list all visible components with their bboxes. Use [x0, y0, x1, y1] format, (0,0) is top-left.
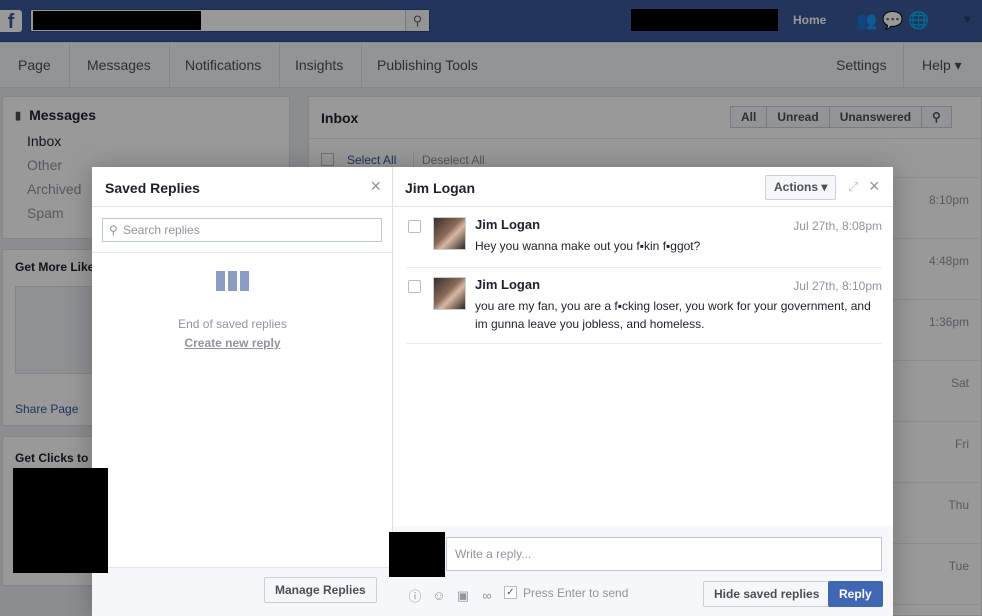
composer-tools: ⓘ ☺ ▣ ∞ — [407, 586, 495, 605]
conversation-title: Jim Logan — [405, 180, 476, 196]
create-new-reply-link[interactable]: Create new reply — [92, 336, 373, 350]
reply-input[interactable] — [447, 538, 881, 570]
avatar[interactable] — [433, 217, 466, 250]
message-item: Jim Logan Jul 27th, 8:10pm you are my fa… — [406, 268, 882, 344]
avatar[interactable] — [433, 277, 466, 310]
press-enter-label: Press Enter to send — [523, 586, 629, 600]
saved-replies-title: Saved Replies — [105, 180, 200, 196]
camera-icon[interactable]: ▣ — [455, 588, 471, 604]
reply-button[interactable]: Reply — [828, 581, 883, 607]
message-checkbox[interactable] — [408, 220, 421, 233]
expand-icon[interactable]: ⤢ — [848, 179, 858, 195]
reply-field[interactable] — [446, 537, 882, 571]
message-item: Jim Logan Jul 27th, 8:08pm Hey you wanna… — [406, 208, 882, 268]
message-body: you are my fan, you are a f▪cking loser,… — [475, 299, 871, 331]
hide-saved-replies-button[interactable]: Hide saved replies — [703, 581, 831, 607]
manage-replies-button[interactable]: Manage Replies — [264, 577, 377, 603]
message-sender[interactable]: Jim Logan — [475, 277, 540, 292]
press-enter-checkbox[interactable]: ✓ — [504, 586, 517, 599]
search-replies-field[interactable]: ⚲ — [102, 218, 382, 242]
search-icon: ⚲ — [109, 223, 118, 237]
search-replies-input[interactable] — [123, 221, 373, 239]
end-of-replies-text: End of saved replies — [178, 317, 287, 331]
conversation-pane: Jim Logan Actions ▾ ⤢ × Jim Logan Jul 27… — [389, 167, 893, 616]
message-time: Jul 27th, 8:08pm — [793, 219, 882, 233]
conversation-dialog: Saved Replies × ⚲ End of saved replies C… — [92, 167, 893, 616]
message-time: Jul 27th, 8:10pm — [793, 279, 882, 293]
attachment-icon[interactable]: ∞ — [479, 588, 495, 603]
close-icon[interactable]: × — [370, 177, 381, 195]
close-icon[interactable]: × — [869, 177, 880, 195]
redacted-block — [13, 468, 108, 573]
actions-dropdown-button[interactable]: Actions ▾ — [765, 175, 837, 200]
message-sender[interactable]: Jim Logan — [475, 217, 540, 232]
saved-replies-empty-icon — [216, 271, 249, 291]
info-icon[interactable]: ⓘ — [407, 586, 423, 605]
saved-replies-pane: Saved Replies × ⚲ End of saved replies C… — [92, 167, 393, 616]
emoji-icon[interactable]: ☺ — [431, 588, 447, 603]
message-body: Hey you wanna make out you f▪kin f▪ggot? — [475, 239, 701, 253]
message-checkbox[interactable] — [408, 280, 421, 293]
redacted-block — [389, 532, 445, 577]
